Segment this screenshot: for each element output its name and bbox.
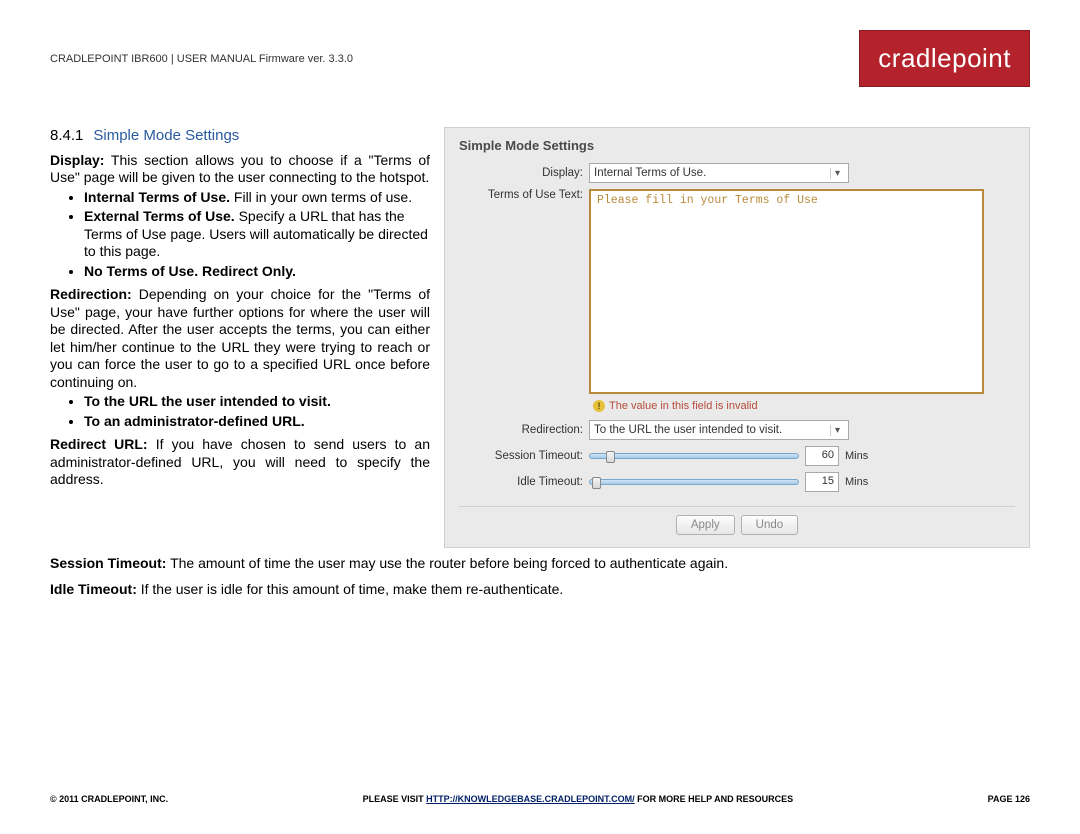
panel-buttons: Apply Undo — [459, 506, 1015, 535]
opt-noterms-label: No Terms of Use. Redirect Only. — [84, 263, 296, 279]
redirection-options-list: To the URL the user intended to visit. T… — [50, 393, 430, 430]
idle-timeout-value[interactable]: 15 — [805, 472, 839, 492]
page-footer: © 2011 CRADLEPOINT, INC. PLEASE VISIT HT… — [50, 794, 1030, 804]
footer-page-number: PAGE 126 — [988, 794, 1030, 804]
mins-unit: Mins — [845, 476, 868, 488]
apply-button[interactable]: Apply — [676, 515, 735, 535]
redirect-url-label: Redirect URL: — [50, 436, 148, 452]
opt-intended-url: To the URL the user intended to visit. — [84, 393, 430, 411]
tou-placeholder: Please fill in your Terms of Use — [597, 194, 818, 207]
error-text: The value in this field is invalid — [609, 400, 758, 412]
manual-text-full: Session Timeout: The amount of time the … — [0, 548, 1080, 598]
idle-timeout-desc: If the user is idle for this amount of t… — [137, 581, 563, 597]
idle-timeout-label-text: Idle Timeout: — [50, 581, 137, 597]
panel-title: Simple Mode Settings — [459, 138, 1015, 153]
redirection-label: Redirection: — [50, 286, 132, 302]
warning-icon: ! — [593, 400, 605, 412]
header-product-text: CRADLEPOINT IBR600 | USER MANUAL Firmwar… — [50, 53, 353, 65]
display-select[interactable]: Internal Terms of Use. ▾ — [589, 163, 849, 183]
opt-internal-label: Internal Terms of Use. — [84, 189, 230, 205]
footer-copyright: © 2011 CRADLEPOINT, INC. — [50, 794, 168, 804]
slider-thumb[interactable] — [592, 477, 601, 489]
section-title: Simple Mode Settings — [93, 127, 239, 144]
display-label: Display: — [50, 152, 104, 168]
session-timeout-label: Session Timeout: — [459, 450, 589, 462]
idle-timeout-slider[interactable] — [589, 479, 799, 485]
footer-center: PLEASE VISIT HTTP://KNOWLEDGEBASE.CRADLE… — [168, 794, 987, 804]
session-timeout-desc: The amount of time the user may use the … — [166, 555, 728, 571]
opt-internal-desc: Fill in your own terms of use. — [230, 189, 412, 205]
section-number: 8.4.1 — [50, 127, 83, 144]
idle-timeout-label: Idle Timeout: — [459, 476, 589, 488]
chevron-down-icon: ▾ — [830, 168, 844, 179]
redirection-select[interactable]: To the URL the user intended to visit. ▾ — [589, 420, 849, 440]
validation-error: ! The value in this field is invalid — [593, 400, 1015, 412]
settings-panel: Simple Mode Settings Display: Internal T… — [444, 127, 1030, 548]
manual-text-column: 8.4.1 Simple Mode Settings Display: This … — [50, 127, 430, 548]
session-timeout-label-text: Session Timeout: — [50, 555, 166, 571]
brand-logo: cradlepoint — [859, 30, 1030, 87]
redirection-select-value: To the URL the user intended to visit. — [594, 424, 782, 436]
display-field-label: Display: — [459, 167, 589, 179]
kb-link[interactable]: HTTP://KNOWLEDGEBASE.CRADLEPOINT.COM/ — [426, 794, 635, 804]
display-desc: This section allows you to choose if a "… — [50, 152, 430, 186]
display-options-list: Internal Terms of Use. Fill in your own … — [50, 189, 430, 281]
session-timeout-value[interactable]: 60 — [805, 446, 839, 466]
redirection-field-label: Redirection: — [459, 424, 589, 436]
tou-field-label: Terms of Use Text: — [459, 189, 589, 201]
chevron-down-icon: ▾ — [830, 425, 844, 436]
undo-button[interactable]: Undo — [741, 515, 799, 535]
session-timeout-slider[interactable] — [589, 453, 799, 459]
opt-external-label: External Terms of Use. — [84, 208, 235, 224]
mins-unit: Mins — [845, 450, 868, 462]
page-header: CRADLEPOINT IBR600 | USER MANUAL Firmwar… — [50, 30, 1030, 87]
section-heading: 8.4.1 Simple Mode Settings — [50, 127, 430, 146]
opt-admin-url: To an administrator-defined URL. — [84, 413, 430, 431]
display-select-value: Internal Terms of Use. — [594, 167, 706, 179]
slider-thumb[interactable] — [606, 451, 615, 463]
terms-of-use-textarea[interactable]: Please fill in your Terms of Use — [589, 189, 984, 394]
